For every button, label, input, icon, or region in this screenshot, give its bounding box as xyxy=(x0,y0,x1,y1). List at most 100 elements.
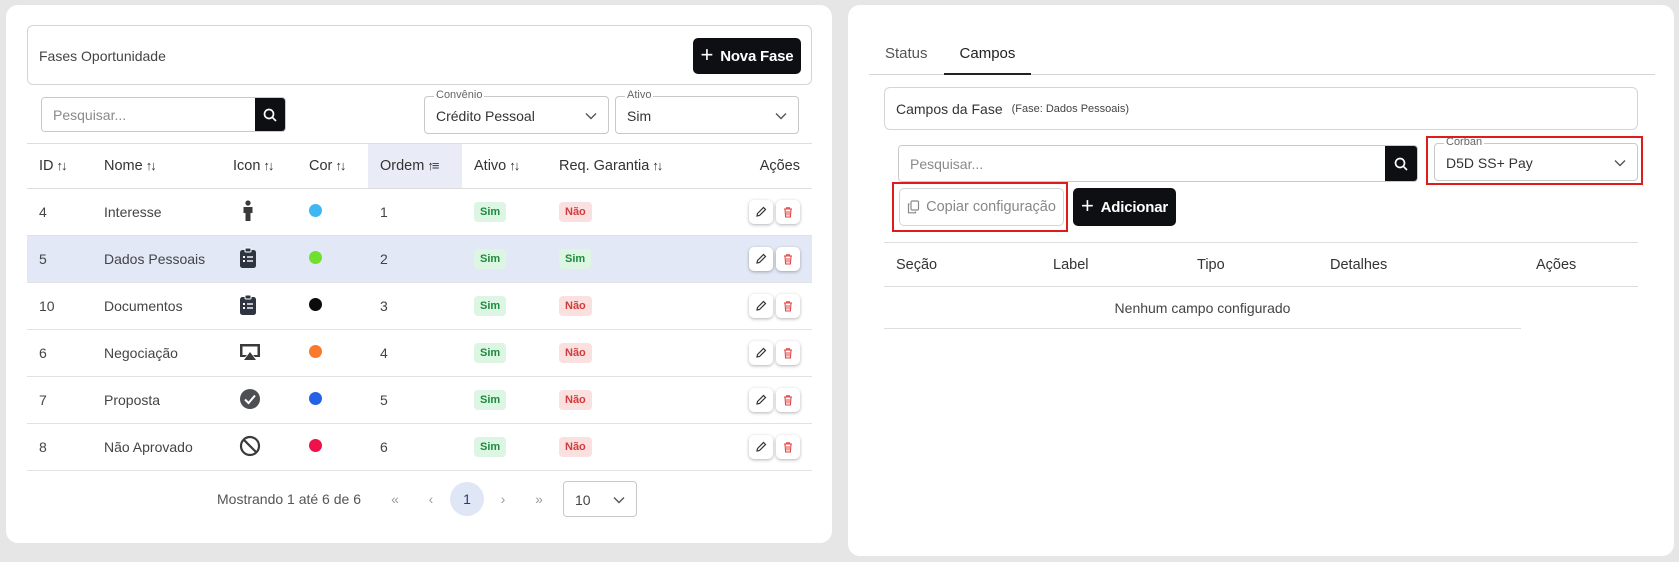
status-badge: Não xyxy=(559,437,592,457)
delete-button[interactable] xyxy=(776,435,800,459)
first-page-button[interactable]: « xyxy=(377,491,413,507)
col-acoes: Ações xyxy=(702,143,812,189)
chevron-down-icon xyxy=(613,497,625,504)
tab-status[interactable]: Status xyxy=(869,33,944,75)
edit-button[interactable] xyxy=(749,247,773,271)
cell-icon xyxy=(221,282,297,330)
delete-button[interactable] xyxy=(776,200,800,224)
table-row[interactable]: 8 Não Aprovado 6 Sim Não xyxy=(27,423,812,471)
col-cor[interactable]: Cor ↑↓ xyxy=(297,143,368,189)
add-field-button[interactable]: + Adicionar xyxy=(1073,188,1176,226)
table-row[interactable]: 5 Dados Pessoais 2 Sim Sim xyxy=(27,235,812,283)
row-actions xyxy=(714,435,812,459)
new-phase-button[interactable]: + Nova Fase xyxy=(693,38,801,74)
col-nome[interactable]: Nome ↑↓ xyxy=(92,143,221,189)
cell-nome: Negociação xyxy=(92,329,221,377)
table-header-row: ID ↑↓ Nome ↑↓ Icon ↑↓ Cor ↑↓ Ordem ↑≡ Ativo ↑↓… xyxy=(27,143,812,189)
tab-bar: Status Campos xyxy=(869,33,1655,75)
cell-ativo: Sim xyxy=(462,235,547,283)
chevron-down-icon xyxy=(775,113,787,120)
trash-icon xyxy=(784,207,792,218)
delete-button[interactable] xyxy=(776,294,800,318)
sort-icon: ↑↓ xyxy=(509,158,520,173)
page-1-button[interactable]: 1 xyxy=(450,482,484,516)
convenio-value: Crédito Pessoal xyxy=(436,108,535,124)
delete-button[interactable] xyxy=(776,247,800,271)
delete-button[interactable] xyxy=(776,388,800,412)
cell-ativo: Sim xyxy=(462,376,547,424)
table-row[interactable]: 10 Documentos 3 Sim Não xyxy=(27,282,812,330)
search-input[interactable] xyxy=(42,98,255,131)
cell-icon xyxy=(221,235,297,283)
status-badge: Não xyxy=(559,343,592,363)
ativo-select[interactable]: Ativo Sim xyxy=(615,89,799,134)
color-dot xyxy=(309,345,322,358)
fields-search-button[interactable] xyxy=(1385,146,1417,181)
fields-subtitle: (Fase: Dados Pessoais) xyxy=(1011,102,1129,115)
cell-cor xyxy=(297,329,368,377)
status-badge: Sim xyxy=(474,437,507,457)
edit-button[interactable] xyxy=(749,388,773,412)
cell-ativo: Sim xyxy=(462,188,547,236)
status-badge: Sim xyxy=(474,390,507,410)
col-label: Label xyxy=(1053,257,1089,273)
pencil-icon xyxy=(756,394,767,405)
fields-table-header: Seção Label Tipo Detalhes Ações xyxy=(884,242,1638,287)
table-row[interactable]: 6 Negociação 4 Sim Não xyxy=(27,329,812,377)
pencil-icon xyxy=(756,441,767,452)
cell-acoes xyxy=(702,282,812,330)
cell-cor xyxy=(297,282,368,330)
prev-page-button[interactable]: ‹ xyxy=(413,491,449,507)
search-button[interactable] xyxy=(255,98,285,131)
fields-search-input[interactable] xyxy=(899,146,1385,181)
table-row[interactable]: 7 Proposta 5 Sim Não xyxy=(27,376,812,424)
tab-campos[interactable]: Campos xyxy=(943,33,1032,75)
sort-icon: ↑↓ xyxy=(335,158,346,173)
cell-ordem: 5 xyxy=(368,376,462,424)
sort-icon: ↑↓ xyxy=(56,158,68,173)
col-secao: Seção xyxy=(896,257,938,273)
col-tipo: Tipo xyxy=(1197,257,1225,273)
person-icon xyxy=(239,199,257,225)
cell-acoes xyxy=(702,376,812,424)
edit-button[interactable] xyxy=(749,341,773,365)
fields-card: Status Campos Campos da Fase (Fase: Dado… xyxy=(848,5,1674,556)
col-ativo[interactable]: Ativo ↑↓ xyxy=(462,143,547,189)
col-icon[interactable]: Icon ↑↓ xyxy=(221,143,297,189)
search-icon xyxy=(1394,157,1408,171)
table-row[interactable]: 4 Interesse 1 Sim Não xyxy=(27,188,812,236)
delete-button[interactable] xyxy=(776,341,800,365)
cell-icon xyxy=(221,188,297,236)
trash-icon xyxy=(784,442,792,453)
ativo-value: Sim xyxy=(627,108,652,124)
ativo-label: Ativo xyxy=(625,89,654,101)
color-dot xyxy=(309,439,322,452)
pagination-info: Mostrando 1 até 6 de 6 xyxy=(217,491,361,507)
pencil-icon xyxy=(756,206,767,217)
col-garantia[interactable]: Req. Garantia ↑↓ xyxy=(547,143,702,189)
highlight-box-copy xyxy=(892,182,1068,232)
cell-cor xyxy=(297,235,368,283)
cell-ativo: Sim xyxy=(462,423,547,471)
edit-button[interactable] xyxy=(749,200,773,224)
cell-id: 10 xyxy=(27,282,92,330)
page-size-select[interactable]: 10 xyxy=(563,481,637,517)
last-page-button[interactable]: » xyxy=(521,491,557,507)
cell-ordem: 2 xyxy=(368,235,462,283)
status-badge: Sim xyxy=(474,343,507,363)
next-page-button[interactable]: › xyxy=(485,491,521,507)
convenio-select[interactable]: Convênio Crédito Pessoal xyxy=(424,89,609,134)
cell-acoes xyxy=(702,329,812,377)
trash-icon xyxy=(784,348,792,359)
cell-ordem: 1 xyxy=(368,188,462,236)
status-badge: Sim xyxy=(474,202,507,222)
edit-button[interactable] xyxy=(749,294,773,318)
col-ordem[interactable]: Ordem ↑≡ xyxy=(368,143,462,189)
pagination: Mostrando 1 até 6 de 6 « ‹ 1 › » 10 xyxy=(217,481,637,517)
trash-icon xyxy=(784,301,792,312)
row-actions xyxy=(714,388,812,412)
col-id[interactable]: ID ↑↓ xyxy=(27,143,92,189)
edit-button[interactable] xyxy=(749,435,773,459)
convenio-label: Convênio xyxy=(434,89,485,101)
add-field-label: Adicionar xyxy=(1100,198,1169,216)
